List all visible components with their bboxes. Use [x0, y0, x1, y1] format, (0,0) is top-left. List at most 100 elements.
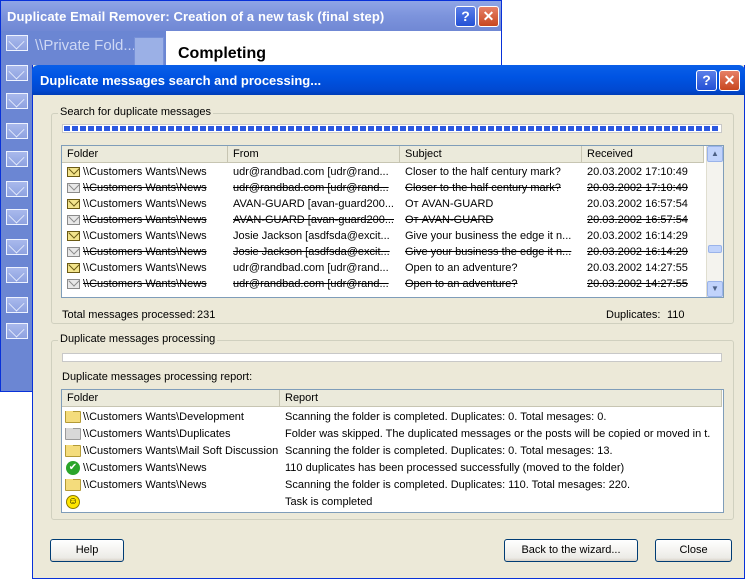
close-button[interactable]: Close	[655, 539, 732, 562]
column-header-from[interactable]: From	[228, 146, 400, 163]
cell-folder-text: \\Customers Wants\News	[83, 246, 207, 258]
cell-folder-text: \\Customers Wants\News	[83, 230, 207, 242]
scroll-up-icon[interactable]: ▲	[707, 146, 723, 162]
duplicate-message-row[interactable]: \\Customers Wants\News AVAN-GUARD [avan-g…	[62, 212, 704, 228]
folder-grey-icon	[65, 427, 81, 441]
cell-report-text: Scanning the folder is completed. Duplic…	[285, 479, 631, 491]
report-row[interactable]: \\Customers Wants\Development Scanning th…	[62, 409, 710, 425]
wizard-help-icon[interactable]: ?	[455, 6, 476, 27]
report-row[interactable]: \\Customers Wants\Duplicates Folder was s…	[62, 426, 710, 442]
cell-folder-text: \\Customers Wants\News	[83, 214, 207, 226]
envelope-icon	[6, 297, 28, 313]
cell-from-text: Josie Jackson [asdfsda@excit...	[233, 246, 390, 258]
cell-subject: Give your business the edge it n...	[400, 230, 582, 242]
dialog-close-icon[interactable]: ✕	[719, 70, 740, 91]
cell-subject-text: От AVAN-GUARD	[405, 214, 494, 226]
cell-subject: Open to an adventure?	[400, 262, 582, 274]
cell-report: Scanning the folder is completed. Duplic…	[280, 445, 710, 457]
cell-from: udr@randbad.com [udr@rand...	[228, 182, 400, 194]
report-list-header: Folder Report	[62, 390, 722, 407]
message-row[interactable]: \\Customers Wants\News udr@randbad.com [u…	[62, 260, 704, 276]
cell-received: 20.03.2002 14:27:55	[582, 278, 704, 290]
cell-from-text: Josie Jackson [asdfsda@excit...	[233, 230, 390, 242]
duplicate-message-row[interactable]: \\Customers Wants\News udr@randbad.com [u…	[62, 276, 704, 292]
report-list[interactable]: Folder Report \\Customers Wants\Developm…	[61, 389, 724, 513]
cell-report: Scanning the folder is completed. Duplic…	[280, 479, 710, 491]
envelope-icon	[6, 35, 28, 51]
cell-folder: \\Customers Wants\News	[62, 262, 228, 274]
cell-received-text: 20.03.2002 14:27:55	[587, 262, 688, 274]
cell-from-text: AVAN-GUARD [avan-guard200...	[233, 198, 394, 210]
cell-from-text: udr@randbad.com [udr@rand...	[233, 278, 389, 290]
cell-report-text: Scanning the folder is completed. Duplic…	[285, 445, 613, 457]
cell-folder-text: \\Customers Wants\News	[83, 262, 207, 274]
cell-folder: \\Customers Wants\Development	[62, 410, 280, 424]
report-row[interactable]: \\Customers Wants\News Scanning the folde…	[62, 477, 710, 493]
cell-folder: \\Customers Wants\Duplicates	[62, 427, 280, 441]
envelope-icon	[6, 93, 28, 109]
cell-from-text: udr@randbad.com [udr@rand...	[233, 182, 389, 194]
scroll-down-icon[interactable]: ▼	[707, 281, 723, 297]
report-label: Duplicate messages processing report:	[62, 371, 253, 383]
envelope-icon	[67, 247, 80, 258]
cell-received: 20.03.2002 17:10:49	[582, 166, 704, 178]
report-row[interactable]: \\Customers Wants\Mail Soft Discussion Sc…	[62, 443, 710, 459]
messages-list[interactable]: Folder From Subject Received \\Customers…	[61, 145, 724, 298]
column-header-received[interactable]: Received	[582, 146, 704, 163]
cell-report: 110 duplicates has been processed succes…	[280, 462, 710, 474]
cell-subject-text: Give your business the edge it n...	[405, 246, 572, 258]
total-messages-value: 231	[197, 309, 216, 321]
column-header-report[interactable]: Report	[280, 390, 722, 407]
cell-report-text: Task is completed	[285, 496, 373, 508]
envelope-icon	[6, 239, 28, 255]
wizard-heading: Completing	[178, 45, 266, 62]
back-to-wizard-button[interactable]: Back to the wizard...	[504, 539, 638, 562]
cell-subject-text: От AVAN-GUARD	[405, 198, 494, 210]
search-group: Search for duplicate messages Folder Fro…	[51, 106, 734, 324]
column-header-report-folder[interactable]: Folder	[62, 390, 280, 407]
cell-received: 20.03.2002 17:10:49	[582, 182, 704, 194]
cell-received: 20.03.2002 14:27:55	[582, 262, 704, 274]
cell-received-text: 20.03.2002 17:10:49	[587, 182, 688, 194]
cell-folder: \\Customers Wants\News	[62, 278, 228, 290]
cell-received-text: 20.03.2002 17:10:49	[587, 166, 688, 178]
dialog-body: Search for duplicate messages Folder Fro…	[37, 95, 740, 574]
cell-subject-text: Open to an adventure?	[405, 278, 518, 290]
envelope-icon	[6, 181, 28, 197]
wizard-sidebar-text: \\Private Fold...	[35, 37, 136, 54]
cell-received-text: 20.03.2002 16:57:54	[587, 214, 688, 226]
cell-subject-text: Closer to the half century mark?	[405, 182, 561, 194]
column-header-subject[interactable]: Subject	[400, 146, 582, 163]
wizard-close-icon[interactable]: ✕	[478, 6, 499, 27]
processing-progress-bar	[62, 353, 722, 362]
cell-from: udr@randbad.com [udr@rand...	[228, 166, 400, 178]
report-row[interactable]: ☺ Task is completed	[62, 494, 710, 510]
envelope-icon	[6, 65, 28, 81]
message-row[interactable]: \\Customers Wants\News udr@randbad.com [u…	[62, 164, 704, 180]
message-row[interactable]: \\Customers Wants\News Josie Jackson [asd…	[62, 228, 704, 244]
cell-folder-text: \\Customers Wants\News	[83, 182, 207, 194]
message-row[interactable]: \\Customers Wants\News AVAN-GUARD [avan-g…	[62, 196, 704, 212]
envelope-icon	[6, 123, 28, 139]
duplicate-message-row[interactable]: \\Customers Wants\News Josie Jackson [asd…	[62, 244, 704, 260]
search-progress-fill	[64, 126, 720, 131]
envelope-icon	[6, 209, 28, 225]
column-header-folder[interactable]: Folder	[62, 146, 228, 163]
messages-scrollbar[interactable]: ▲ ▼	[706, 146, 723, 297]
messages-list-header: Folder From Subject Received	[62, 146, 704, 163]
cell-folder-text: \\Customers Wants\News	[83, 198, 207, 210]
envelope-icon	[67, 231, 80, 242]
dialog-help-icon[interactable]: ?	[696, 70, 717, 91]
cell-folder: \\Customers Wants\News	[62, 182, 228, 194]
help-button[interactable]: Help	[50, 539, 124, 562]
cell-subject: Give your business the edge it n...	[400, 246, 582, 258]
cell-subject: Closer to the half century mark?	[400, 166, 582, 178]
scroll-thumb[interactable]	[708, 245, 722, 253]
cell-subject-text: Closer to the half century mark?	[405, 166, 561, 178]
cell-report: Scanning the folder is completed. Duplic…	[280, 411, 710, 423]
duplicate-message-row[interactable]: \\Customers Wants\News udr@randbad.com [u…	[62, 180, 704, 196]
cell-folder: ☺	[62, 495, 280, 509]
cell-folder-text: \\Customers Wants\News	[83, 461, 207, 474]
report-row[interactable]: ✔ \\Customers Wants\News 110 duplicates ha…	[62, 460, 710, 476]
cell-folder: \\Customers Wants\News	[62, 246, 228, 258]
